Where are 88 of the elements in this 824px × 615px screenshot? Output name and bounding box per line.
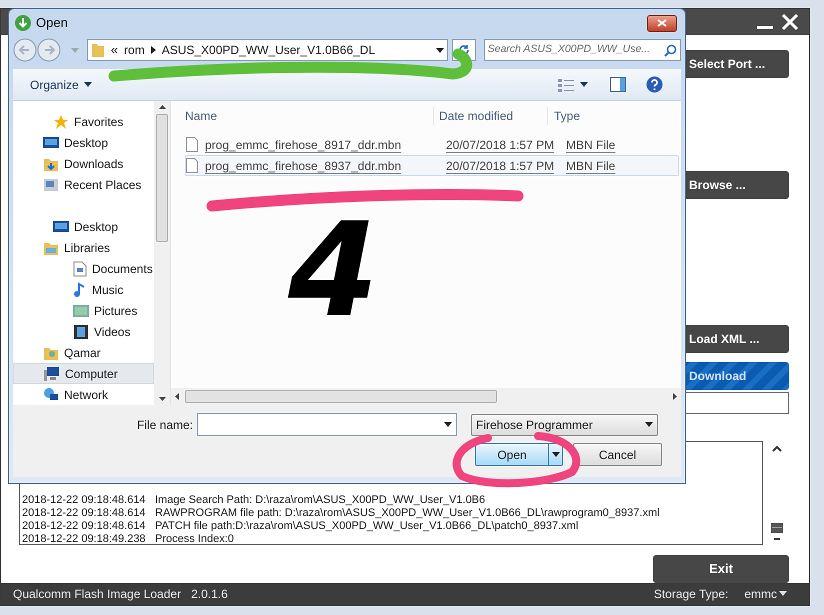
file-type: MBN File xyxy=(566,158,616,174)
file-icon xyxy=(186,158,198,173)
help-icon[interactable] xyxy=(646,76,663,93)
nav-item[interactable]: Computer xyxy=(13,363,154,384)
file-name-caret-icon xyxy=(444,422,452,427)
file-name-label: File name: xyxy=(136,416,194,434)
log-message: RAWPROGRAM file path: D:\raza\rom\ASUS_X00PD_WW_User_V1.0B66_DL\rawprogram0_8937.xml xyxy=(155,506,660,520)
column-header[interactable]: Name xyxy=(171,107,433,125)
exit-button[interactable]: Exit xyxy=(653,554,789,583)
nav-item[interactable]: Qamar xyxy=(13,342,154,363)
storage-type-dropdown[interactable]: emmc xyxy=(744,584,787,603)
breadcrumb-item[interactable]: ASUS_X00PD_WW_User_V1.0B66_DL xyxy=(162,41,376,59)
file-name: prog_emmc_firehose_8937_ddr.mbn xyxy=(205,158,402,174)
column-header[interactable]: Type xyxy=(547,107,580,125)
log-message: Process Index:0 xyxy=(155,532,234,546)
storage-type-label: Storage Type: xyxy=(654,586,728,603)
file-type: MBN File xyxy=(566,136,616,154)
nav-item[interactable]: Favorites xyxy=(13,111,154,132)
breadcrumb-overflow: « xyxy=(110,41,118,60)
nav-item[interactable]: Documents xyxy=(13,258,154,279)
globe-icon xyxy=(43,386,59,402)
log-message: Image Search Path: D:\raza\rom\ASUS_X00PD_WW_User_V1.0B6 xyxy=(155,494,486,507)
close-icon xyxy=(657,19,667,27)
address-bar[interactable]: « rom ASUS_X00PD_WW_User_V1.0B66_DL xyxy=(86,39,448,61)
nav-item[interactable]: Pictures xyxy=(13,300,154,321)
nav-item[interactable]: Music xyxy=(13,279,154,300)
chevron-icon xyxy=(150,46,156,54)
log-time: 2018-12-22 09:18:48.614 xyxy=(22,520,147,533)
close-icon[interactable] xyxy=(781,12,799,31)
organize-menu[interactable]: Organize xyxy=(30,76,92,94)
file-name-field[interactable] xyxy=(197,413,457,436)
scroll-up-icon[interactable] xyxy=(158,105,166,109)
handwritten-number: 4 xyxy=(288,205,378,335)
monitor-icon xyxy=(53,220,69,234)
document-icon xyxy=(73,260,87,276)
address-caret-icon xyxy=(436,48,444,52)
monitor-icon xyxy=(43,136,59,150)
nav-item[interactable]: Desktop xyxy=(13,216,154,237)
nav-item[interactable]: Recent Places xyxy=(13,174,154,195)
preview-pane-icon[interactable] xyxy=(610,77,626,92)
breadcrumb-item[interactable]: rom xyxy=(124,41,145,59)
picture-icon xyxy=(73,304,89,318)
file-date: 20/07/2018 1:57 PM xyxy=(446,158,554,174)
nav-item[interactable]: Desktop xyxy=(13,132,154,153)
music-note-icon xyxy=(73,282,87,298)
nav-item[interactable]: Libraries xyxy=(13,237,154,258)
caret-icon xyxy=(84,82,92,87)
refresh-icon xyxy=(458,44,470,56)
window-icon xyxy=(43,176,59,192)
file-row[interactable]: prog_emmc_firehose_8937_ddr.mbn 20/07/2018 1:57 PM MBN File xyxy=(185,155,679,176)
nav-item[interactable]: Downloads xyxy=(13,153,154,174)
folder-icon xyxy=(90,42,105,58)
open-button[interactable]: Open xyxy=(475,443,563,466)
log-message: PATCH file path:D:\raza\rom\ASUS_X00PD_WW_User_V1.0B66_DL\patch0_8937.xml xyxy=(155,520,578,533)
scroll-right-icon[interactable] xyxy=(673,393,677,400)
file-date: 20/07/2018 1:57 PM xyxy=(446,136,554,154)
file-type-dropdown[interactable]: Firehose Programmer xyxy=(471,414,658,436)
search-icon xyxy=(664,44,677,56)
history-caret-icon xyxy=(70,48,79,52)
film-icon xyxy=(73,324,89,340)
scroll-down-icon[interactable] xyxy=(158,397,166,401)
cancel-button[interactable]: Cancel xyxy=(573,443,662,466)
nav-item[interactable]: Network xyxy=(13,384,154,405)
log-time: 2018-12-22 09:18:49.238 xyxy=(22,532,147,546)
scroll-left-icon[interactable] xyxy=(175,393,179,400)
log-time: 2018-12-22 09:18:48.614 xyxy=(22,506,147,520)
file-icon xyxy=(186,137,198,152)
open-caret-icon xyxy=(552,452,560,457)
version-label: 2.0.1.6 xyxy=(191,586,228,603)
star-icon xyxy=(53,114,69,130)
view-caret-icon xyxy=(580,82,588,87)
nav-item[interactable]: Videos xyxy=(13,321,154,342)
horizontal-scrollbar[interactable] xyxy=(171,388,681,405)
dialog-title: Open xyxy=(36,14,68,32)
file-row[interactable]: prog_emmc_firehose_8917_ddr.mbn 20/07/2018 1:57 PM MBN File xyxy=(185,134,679,155)
close-button[interactable] xyxy=(647,14,677,32)
dropdown-caret-icon xyxy=(645,422,653,427)
column-header[interactable]: Date modified xyxy=(433,107,547,125)
scroll-thumb-icon[interactable] xyxy=(771,522,783,541)
search-field[interactable]: Search ASUS_X00PD_WW_Use... xyxy=(484,39,681,61)
file-name: prog_emmc_firehose_8917_ddr.mbn xyxy=(205,136,402,154)
vertical-scrollbar[interactable] xyxy=(154,101,170,405)
caret-icon xyxy=(779,591,787,596)
view-icon[interactable] xyxy=(558,78,574,92)
scroll-up-icon[interactable] xyxy=(772,444,782,452)
log-time: 2018-12-22 09:18:48.614 xyxy=(22,494,147,507)
computer-icon xyxy=(44,366,60,382)
product-name: Qualcomm Flash Image Loader xyxy=(13,586,182,603)
